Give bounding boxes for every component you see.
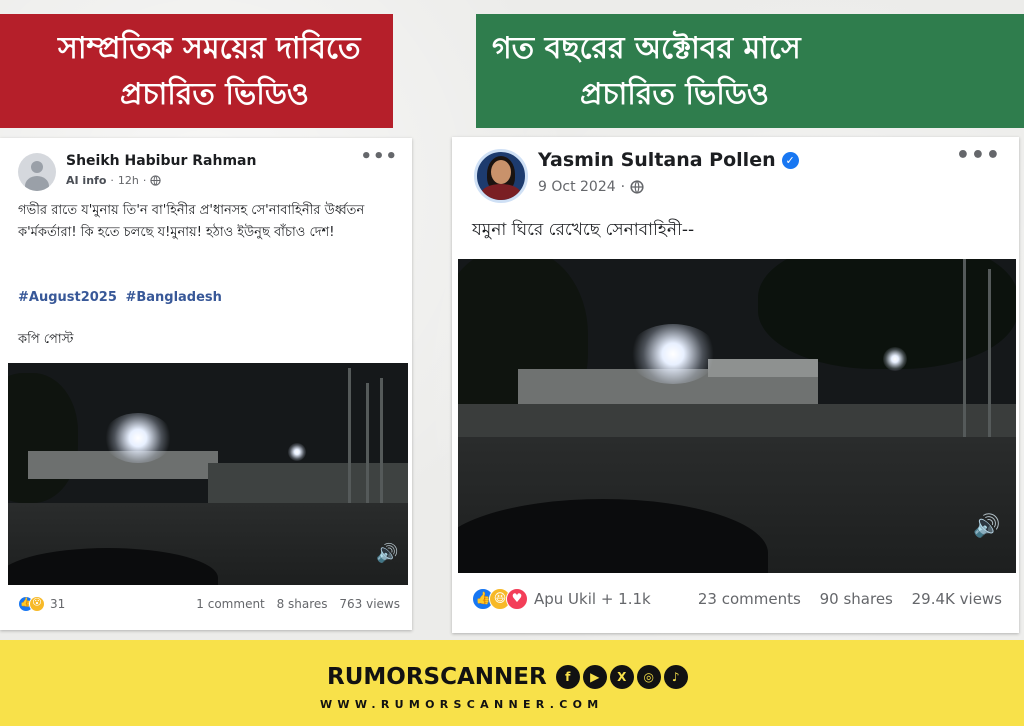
post-stats: 👍 😮 31 1 comment 8 shares 763 views — [18, 596, 400, 612]
left-banner-line1: সাম্প্রতিক সময়ের দাবিতে — [58, 31, 361, 66]
comments-count[interactable]: 23 comments — [698, 590, 801, 608]
brand-logo: RUMORSCANNER — [327, 664, 547, 690]
footer-bar: RUMORSCANNER f ▶ X ◎ ♪ WWW.RUMORSCANNER.… — [0, 640, 1024, 726]
video-light — [628, 324, 718, 384]
hashtag-link[interactable]: #Bangladesh — [125, 290, 221, 305]
more-options-icon[interactable]: ••• — [360, 146, 398, 167]
more-options-icon[interactable]: ••• — [956, 143, 1001, 168]
tiktok-icon[interactable]: ♪ — [663, 665, 688, 689]
avatar-face — [491, 160, 511, 184]
hashtags: #August2025 #Bangladesh — [18, 290, 226, 305]
meta-separator: · — [110, 174, 114, 187]
post-meta: AI info · 12h · — [66, 174, 162, 187]
post-meta: 9 Oct 2024 · — [538, 179, 644, 195]
right-banner-line1: গত বছরের অক্টোবর মাসে — [492, 31, 801, 66]
video-pole — [963, 259, 966, 439]
right-banner: গত বছরের অক্টোবর মাসে প্রচারিত ভিডিও — [476, 14, 1024, 128]
facebook-icon[interactable]: f — [555, 665, 580, 689]
right-banner-line2: প্রচারিত ভিডিও — [580, 77, 770, 112]
left-post-card: Sheikh Habibur Rahman AI info · 12h · ••… — [0, 138, 412, 630]
meta-separator: · — [142, 174, 147, 187]
reaction-count[interactable]: 31 — [50, 597, 65, 611]
video-pole — [988, 269, 991, 439]
post-video[interactable]: 🔊 — [8, 363, 408, 585]
video-light — [103, 413, 173, 463]
default-avatar-body — [25, 176, 49, 191]
brand-row: RUMORSCANNER f ▶ X ◎ ♪ — [327, 664, 688, 690]
reaction-names[interactable]: Apu Ukil + 1.1k — [534, 590, 651, 608]
left-banner: সাম্প্রতিক সময়ের দাবিতে প্রচারিত ভিডিও — [0, 14, 393, 128]
video-building-roof — [708, 359, 818, 377]
reaction-icons[interactable]: 👍 😆 ♥ — [472, 588, 528, 610]
x-icon[interactable]: X — [609, 665, 634, 689]
comments-count[interactable]: 1 comment — [196, 597, 264, 611]
post-stats: 👍 😆 ♥ Apu Ukil + 1.1k 23 comments 90 sha… — [472, 588, 1002, 610]
video-pole — [380, 378, 383, 508]
video-wall — [458, 404, 1016, 440]
volume-icon[interactable]: 🔊 — [973, 514, 1000, 539]
post-date[interactable]: 9 Oct 2024 — [538, 179, 616, 195]
meta-separator: · — [620, 179, 626, 195]
avatar[interactable] — [474, 149, 528, 203]
video-light — [288, 443, 306, 461]
video-wall — [208, 463, 408, 503]
video-light — [883, 347, 907, 371]
avatar-shoulders — [481, 184, 521, 200]
hashtag-link[interactable]: #August2025 — [18, 290, 117, 305]
post-author-name: Yasmin Sultana Pollen ✓ — [538, 149, 799, 171]
left-banner-line2: প্রচারিত ভিডিও — [120, 77, 310, 112]
post-video[interactable]: 🔊 — [458, 259, 1016, 573]
verified-badge-icon: ✓ — [781, 151, 799, 169]
avatar[interactable] — [18, 153, 56, 191]
youtube-icon[interactable]: ▶ — [582, 665, 607, 689]
instagram-icon[interactable]: ◎ — [636, 665, 661, 689]
right-post-card: Yasmin Sultana Pollen ✓ 9 Oct 2024 · •••… — [452, 137, 1019, 633]
volume-icon[interactable]: 🔊 — [376, 543, 398, 564]
love-reaction-icon: ♥ — [506, 588, 528, 610]
haha-reaction-icon: 😮 — [29, 596, 45, 612]
post-author-name[interactable]: Sheikh Habibur Rahman — [66, 153, 256, 169]
default-avatar-head — [31, 161, 43, 173]
shares-count[interactable]: 8 shares — [277, 597, 328, 611]
globe-icon — [150, 175, 162, 186]
video-tree — [8, 373, 78, 503]
post-author-name-text[interactable]: Yasmin Sultana Pollen — [538, 149, 776, 171]
copy-note: কপি পোস্ট — [18, 332, 74, 347]
video-pole — [366, 383, 369, 508]
shares-count[interactable]: 90 shares — [820, 590, 893, 608]
views-count: 763 views — [339, 597, 400, 611]
post-text: গভীর রাতে য'মুনায় তি'ন বা'হিনীর প্র'ধান… — [18, 203, 365, 240]
post-text: যমুনা ঘিরে রেখেছে সেনাবাহিনী-- — [472, 220, 695, 240]
video-pole — [348, 368, 351, 508]
ai-info-link[interactable]: AI info — [66, 174, 106, 187]
website-url[interactable]: WWW.RUMORSCANNER.COM — [320, 698, 604, 711]
views-count: 29.4K views — [911, 590, 1002, 608]
globe-icon — [630, 180, 644, 194]
post-time[interactable]: 12h — [118, 174, 139, 187]
